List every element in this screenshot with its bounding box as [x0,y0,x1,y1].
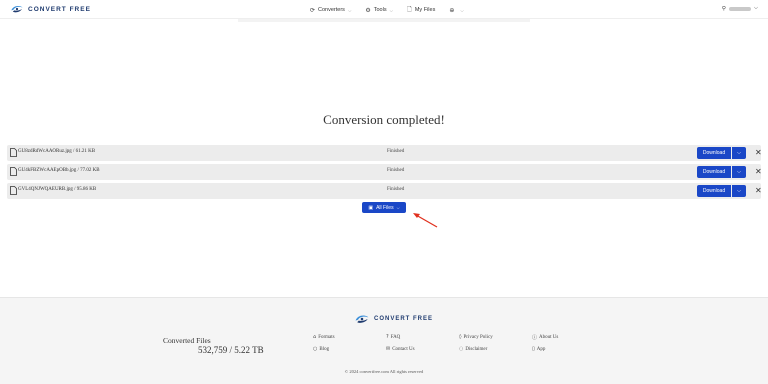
footer-link-app[interactable]: ▯ App [532,346,545,352]
download-options-button[interactable]: ⌵ [732,185,746,197]
nav-my-files[interactable]: 🗋 My Files [407,5,435,15]
user-menu[interactable]: ⚲ ⌵ [722,5,758,12]
nav-converters-label: Converters [318,7,345,13]
file-row: GVL4QNJWQAEURB.jpg / 95.86 KB Finished D… [7,183,762,199]
chevron-down-icon: ⌵ [460,7,464,13]
footer-logo[interactable]: CONVERT FREE [354,313,433,325]
file-name: GU8zdRdWcAAORuz.jpg / 61.21 KB [18,149,96,154]
footer-link-label: Formats [318,334,335,340]
download-options-button[interactable]: ⌵ [732,166,746,178]
download-group: Download ⌵ [697,147,746,159]
file-row: GU4kFBZWcAAEpOBb.jpg / 77.02 KB Finished… [7,164,762,180]
download-button[interactable]: Download [697,147,731,159]
file-row: GU8zdRdWcAAORuz.jpg / 61.21 KB Finished … [7,145,762,161]
document-icon [10,148,17,157]
file-name: GU4kFBZWcAAEpOBb.jpg / 77.02 KB [18,168,100,173]
document-icon [10,186,17,195]
nav-language[interactable]: ⊕ ⌵ [449,7,463,14]
document-icon [10,167,17,176]
footer-link-label: Disclaimer [465,346,488,352]
question-icon: ? [386,334,389,340]
all-files-label: All Files [376,204,394,211]
file-status: Finished [387,187,405,192]
download-button[interactable]: Download [697,185,731,197]
footer-brand-name: CONVERT FREE [374,316,434,322]
close-icon[interactable]: ✕ [755,148,762,157]
chevron-down-icon: ⌵ [753,5,758,11]
phone-icon: ▯ [532,346,535,352]
chevron-down-icon: ⌵ [396,205,400,210]
footer-link-disclaimer[interactable]: ◌ Disclaimer [459,346,487,352]
footer-link-label: About Us [539,335,559,340]
info-icon: ⓘ [532,335,538,341]
annotation-arrow-icon [413,213,438,228]
tag-icon: ⌂ [313,334,317,340]
nav-converters[interactable]: ⟳ Converters ⌵ [310,7,351,14]
footer-link-privacy-policy[interactable]: ◊ Privacy Policy [459,334,493,340]
page-title: Conversion completed! [323,112,445,127]
refresh-icon: ⟳ [310,7,316,14]
user-icon: ⚲ [721,5,726,12]
download-options-button[interactable]: ⌵ [732,147,746,159]
file-status: Finished [387,149,405,154]
footer-link-faq[interactable]: ? FAQ [386,334,400,340]
converted-files-label: Converted Files [163,336,211,345]
footer-link-label: App [536,346,546,352]
footer-link-blog[interactable]: ○ Blog [313,346,329,352]
gear-icon: ⚙ [365,7,371,14]
download-button[interactable]: Download [697,166,731,178]
chevron-down-icon: ⌵ [347,7,352,13]
file-status: Finished [387,168,405,173]
download-group: Download ⌵ [697,166,746,178]
chevron-down-icon: ⌵ [737,170,741,175]
footer-link-label: Contact Us [392,346,415,352]
nav-tools[interactable]: ⚙ Tools ⌵ [365,7,393,14]
globe-icon: ⊕ [449,7,455,14]
username-redacted [728,6,751,11]
comment-icon: ◌ [459,346,464,352]
mail-icon: ✉ [386,346,391,352]
chevron-down-icon: ⌵ [389,7,394,13]
download-group: Download ⌵ [697,185,746,197]
footer-link-about-us[interactable]: ⓘ About Us [532,334,558,341]
logo-swirl-icon [11,5,23,13]
file-name: GVL4QNJWQAEURB.jpg / 95.86 KB [18,187,97,192]
ad-banner [238,19,530,22]
nav-my-files-label: My Files [414,7,436,13]
close-icon[interactable]: ✕ [755,167,762,176]
top-navigation-bar: CONVERT FREE ⟳ Converters ⌵ ⚙ Tools ⌵ 🗋 … [0,0,768,19]
footer: CONVERT FREE Converted Files 532,759 / 5… [0,297,768,384]
footer-link-label: FAQ [390,334,401,340]
footer-link-formats[interactable]: ⌂ Formats [313,334,335,340]
chevron-down-icon: ⌵ [737,189,741,194]
all-files-button[interactable]: ▣ All Files ⌵ [362,202,406,213]
footer-link-label: Blog [319,346,330,352]
converted-files-value: 532,759 / 5.22 TB [198,345,264,355]
logo-swirl-icon [355,315,369,323]
archive-icon: ▣ [368,204,374,211]
site-logo[interactable]: CONVERT FREE [10,4,91,14]
nav-tools-label: Tools [373,7,387,13]
chat-icon: ○ [313,346,318,352]
brand-name: CONVERT FREE [28,5,91,13]
main-nav: ⟳ Converters ⌵ ⚙ Tools ⌵ 🗋 My Files ⊕ ⌵ [310,5,478,15]
footer-link-label: Privacy Policy [463,334,493,340]
footer-link-contact-us[interactable]: ✉ Contact Us [386,346,415,352]
close-icon[interactable]: ✕ [755,186,762,195]
file-icon: 🗋 [407,7,412,13]
chevron-down-icon: ⌵ [737,151,741,156]
shield-icon: ◊ [459,334,462,340]
copyright-text: © 2024 convertfree.com All rights reserv… [344,369,424,374]
